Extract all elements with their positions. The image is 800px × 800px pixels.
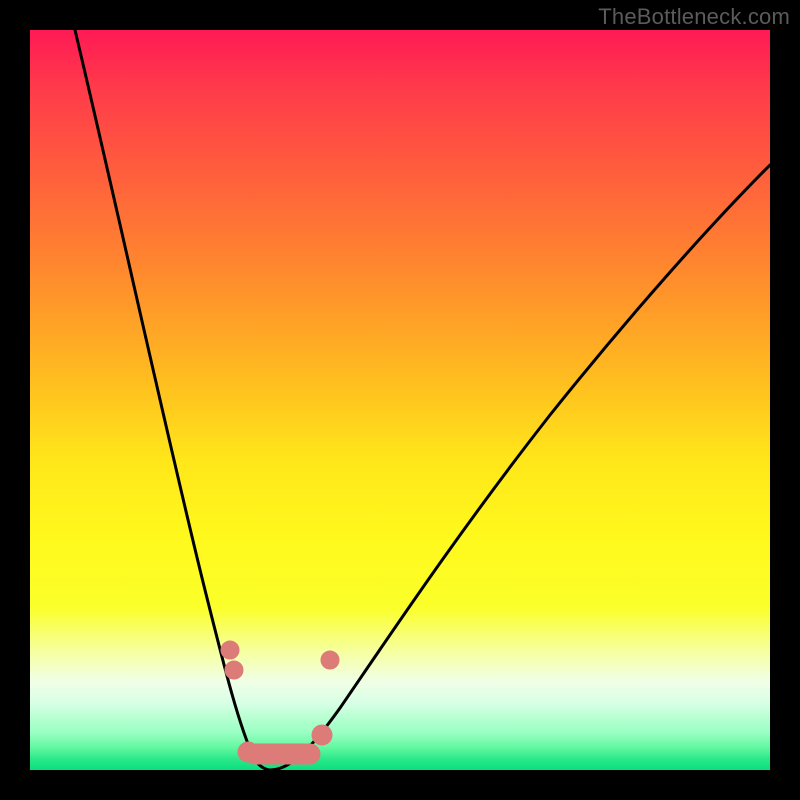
chart-frame: TheBottleneck.com [0, 0, 800, 800]
curves-svg [30, 30, 770, 770]
left-curve [75, 30, 270, 770]
plot-area [30, 30, 770, 770]
right-curve [270, 165, 770, 770]
valley-marker [221, 641, 339, 764]
watermark-text: TheBottleneck.com [598, 4, 790, 30]
